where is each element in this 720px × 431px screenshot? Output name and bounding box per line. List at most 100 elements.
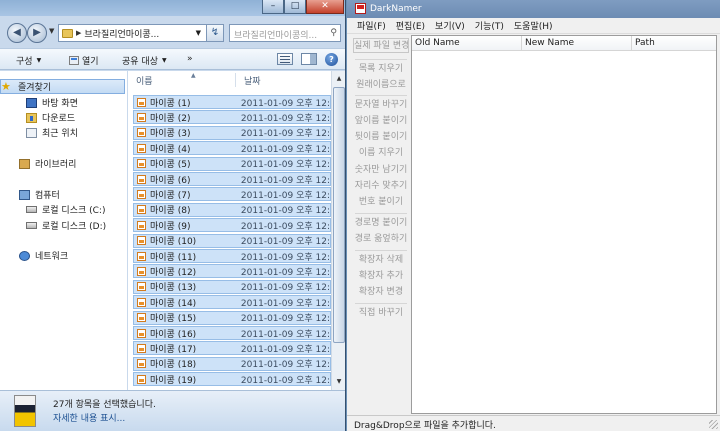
column-label: 이름 [136,77,153,87]
manual-rename-button[interactable]: 직접 바꾸기 [353,306,409,321]
change-extension-button[interactable]: 확장자 변경 [353,285,409,300]
function-panel: 실제 파일 변경 목록 지우기 원래이름으로 문자열 바꾸기 앞이름 붙이기 뒷… [353,38,409,414]
file-row[interactable]: 마이콩 (11) 2011-01-09 오후 12: [133,249,331,263]
file-row[interactable]: 마이콩 (12) 2011-01-09 오후 12: [133,264,331,279]
file-name: 마이콩 (17) [150,344,197,355]
replace-string-button[interactable]: 문자열 바꾸기 [353,98,409,113]
breadcrumb-current-folder[interactable]: 브라질리언마이콩... [84,27,159,40]
open-button[interactable]: 열기 [69,54,99,67]
file-row[interactable]: 마이콩 (5) 2011-01-09 오후 12: [133,156,331,171]
scroll-up-arrow[interactable]: ▲ [333,72,345,86]
refresh-button[interactable]: ↯ [206,24,224,42]
file-name: 마이콩 (13) [150,283,197,294]
file-row[interactable]: 마이콩 (9) 2011-01-09 오후 12: [133,218,331,233]
explorer-title-bar[interactable]: – □ ✕ [0,0,345,16]
preview-pane-icon[interactable] [301,53,317,65]
open-label: 열기 [82,57,99,67]
file-list-scrollbar[interactable]: ▲ ▼ [331,71,345,390]
image-file-icon [137,174,146,184]
file-row[interactable]: 마이콩 (8) 2011-01-09 오후 12: [133,202,331,217]
apply-rename-button[interactable]: 실제 파일 변경 [353,38,409,53]
file-row[interactable]: 마이콩 (1) 2011-01-09 오후 12: [133,95,331,109]
nav-item-disk-c[interactable]: 로컬 디스크 (C:) [0,202,125,217]
show-more-details-link[interactable]: 자세한 내용 표시... [53,411,125,424]
add-suffix-button[interactable]: 뒷이름 붙이기 [353,130,409,145]
darknamer-title-bar[interactable]: DarkNamer [347,0,720,18]
address-dropdown-icon[interactable]: ▼ [196,29,201,37]
add-extension-button[interactable]: 확장자 추가 [353,269,409,284]
share-label: 공유 대상 [122,57,158,67]
file-row[interactable]: 마이콩 (16) 2011-01-09 오후 12: [133,326,331,340]
add-prefix-button[interactable]: 앞이름 붙이기 [353,114,409,129]
add-path-name-button[interactable]: 경로명 붙이기 [353,216,409,231]
move-path-button[interactable]: 경로 옮엎하기 [353,232,409,247]
change-view-icon[interactable] [277,53,293,65]
maximize-button[interactable]: □ [284,0,306,14]
file-row[interactable]: 마이콩 (14) 2011-01-09 오후 12: [133,295,331,310]
restore-names-button[interactable]: 원래이름으로 [353,78,409,93]
navigation-pane: ★ 즐겨찾기 바탕 화면 다운로드 최근 위치 라이브러리 컴퓨터 로컬 디스크… [0,71,127,390]
pad-digits-button[interactable]: 자리수 맞추기 [353,179,409,194]
menu-file[interactable]: 파일(F) [357,19,386,32]
file-row[interactable]: 마이콩 (18) 2011-01-09 오후 12: [133,356,331,371]
column-header-new-name[interactable]: New Name [522,36,632,51]
file-row[interactable]: 마이콩 (13) 2011-01-09 오후 12: [133,279,331,294]
toolbar-right-group: ? [277,53,338,66]
add-numbering-button[interactable]: 번호 붙이기 [353,195,409,210]
file-name: 마이콩 (5) [150,160,191,171]
organize-menu[interactable]: 구성 ▼ [16,54,41,67]
status-text: Drag&Drop으로 파일을 추가합니다. [354,421,496,431]
scroll-thumb[interactable] [333,87,345,343]
share-menu[interactable]: 공유 대상 ▼ [122,54,167,67]
menu-view[interactable]: 보기(V) [435,19,465,32]
image-file-icon [137,112,146,122]
close-button[interactable]: ✕ [306,0,344,14]
breadcrumb-separator[interactable]: ▶ [76,29,81,37]
nav-item-computer[interactable]: 컴퓨터 [0,187,125,202]
column-divider[interactable] [235,73,236,87]
file-row[interactable]: 마이콩 (4) 2011-01-09 오후 12: [133,141,331,156]
column-header-date[interactable]: 날짜 [244,74,261,87]
column-header-old-name[interactable]: Old Name [412,36,522,51]
file-name: 마이콩 (3) [150,129,191,140]
forward-button[interactable]: ▶ [27,23,47,43]
nav-item-libraries[interactable]: 라이브러리 [0,156,125,171]
nav-item-recent[interactable]: 최근 위치 [0,125,125,140]
file-row[interactable]: 마이콩 (3) 2011-01-09 오후 12: [133,125,331,140]
column-header-name[interactable]: 이름 ▲ [136,72,196,87]
file-row[interactable]: 마이콩 (2) 2011-01-09 오후 12: [133,110,331,125]
more-commands-button[interactable]: » [187,54,193,64]
delete-extension-button[interactable]: 확장자 삭제 [353,253,409,268]
back-button[interactable]: ◀ [7,23,27,43]
file-row[interactable]: 마이콩 (15) 2011-01-09 오후 12: [133,310,331,325]
rename-list[interactable]: Old Name New Name Path [411,35,717,414]
recent-pages-dropdown[interactable]: ▼ [49,27,54,35]
file-row[interactable]: 마이콩 (17) 2011-01-09 오후 12: [133,341,331,356]
file-row[interactable]: 마이콩 (10) 2011-01-09 오후 12: [133,233,331,248]
column-header-path[interactable]: Path [632,36,716,51]
panel-divider [355,213,407,214]
keep-numbers-button[interactable]: 숫자만 남기기 [353,163,409,178]
file-row[interactable]: 마이콩 (6) 2011-01-09 오후 12: [133,172,331,186]
nav-item-downloads[interactable]: 다운로드 [0,110,125,125]
file-row[interactable]: 마이콩 (7) 2011-01-09 오후 12: [133,187,331,202]
clear-list-button[interactable]: 목록 지우기 [353,62,409,77]
file-row[interactable]: 마이콩 (19) 2011-01-09 오후 12: [133,372,331,387]
nav-item-desktop[interactable]: 바탕 화면 [0,95,125,110]
address-bar[interactable]: ▶ 브라질리언마이콩... ▼ [58,24,222,42]
search-input[interactable]: 브라질리언마이콩의... ⚲ [229,24,341,42]
nav-item-favorites[interactable]: ★ 즐겨찾기 [0,79,125,94]
nav-item-network[interactable]: 네트워크 [0,248,125,263]
explorer-window-controls: – □ ✕ [262,0,344,14]
menu-help[interactable]: 도움말(H) [514,19,553,32]
menu-edit[interactable]: 편집(E) [396,19,425,32]
help-icon[interactable]: ? [325,53,338,66]
search-icon[interactable]: ⚲ [330,28,337,38]
delete-name-button[interactable]: 이름 지우기 [353,146,409,161]
nav-item-disk-d[interactable]: 로컬 디스크 (D:) [0,218,125,233]
resize-grip-icon[interactable] [709,420,718,429]
menu-tools[interactable]: 기능(T) [475,19,504,32]
minimize-button[interactable]: – [262,0,284,14]
darknamer-window: DarkNamer 파일(F) 편집(E) 보기(V) 기능(T) 도움말(H)… [347,0,720,431]
scroll-down-arrow[interactable]: ▼ [333,375,345,389]
